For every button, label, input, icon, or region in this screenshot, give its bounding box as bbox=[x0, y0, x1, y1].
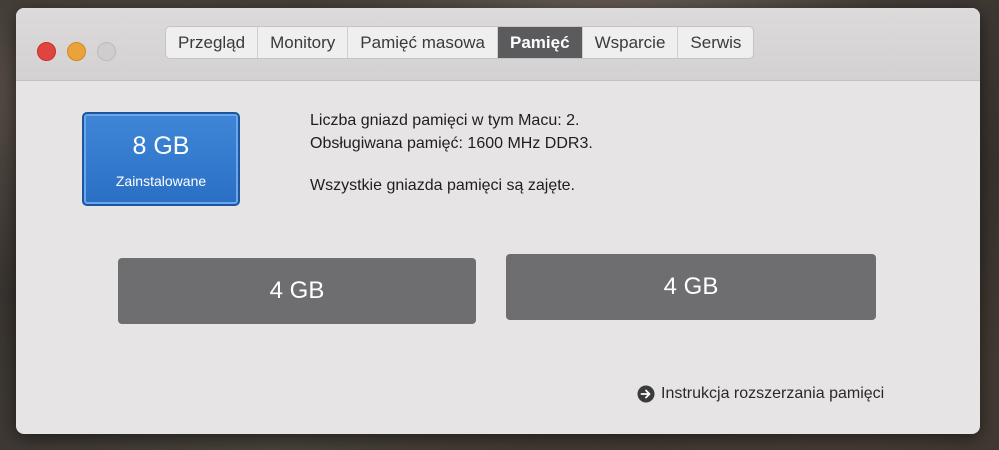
tab-memory[interactable]: Pamięć bbox=[498, 27, 583, 58]
memory-slots-status: Wszystkie gniazda pamięci są zajęte. bbox=[310, 177, 575, 194]
zoom-window-button[interactable] bbox=[97, 42, 116, 61]
tab-support[interactable]: Wsparcie bbox=[583, 27, 679, 58]
tab-overview[interactable]: Przegląd bbox=[166, 27, 259, 58]
memory-upgrade-instructions-label: Instrukcja rozszerzania pamięci bbox=[661, 385, 885, 402]
installed-memory-size: 8 GB bbox=[132, 132, 190, 160]
about-this-mac-window: Przegląd Monitory Pamięć masowa Pamięć W… bbox=[16, 8, 980, 434]
window-toolbar: Przegląd Monitory Pamięć masowa Pamięć W… bbox=[16, 8, 980, 81]
tab-storage[interactable]: Pamięć masowa bbox=[348, 27, 499, 58]
arrow-circle-right-icon bbox=[637, 385, 655, 403]
supported-memory-spec: Obsługiwana pamięć: 1600 MHz DDR3. bbox=[310, 135, 593, 152]
tab-service[interactable]: Serwis bbox=[678, 27, 753, 58]
minimize-window-button[interactable] bbox=[67, 42, 86, 61]
memory-slot-1: 4 GB bbox=[118, 258, 476, 324]
close-window-button[interactable] bbox=[37, 42, 56, 61]
memory-slot-2: 4 GB bbox=[506, 254, 876, 320]
memory-slots-count: Liczba gniazd pamięci w tym Macu: 2. bbox=[310, 112, 580, 129]
tab-bar: Przegląd Monitory Pamięć masowa Pamięć W… bbox=[165, 26, 755, 59]
installed-memory-badge: 8 GB Zainstalowane bbox=[82, 112, 240, 206]
tab-displays[interactable]: Monitory bbox=[258, 27, 349, 58]
memory-upgrade-instructions-link[interactable]: Instrukcja rozszerzania pamięci bbox=[637, 383, 884, 405]
installed-memory-label: Zainstalowane bbox=[115, 173, 207, 189]
